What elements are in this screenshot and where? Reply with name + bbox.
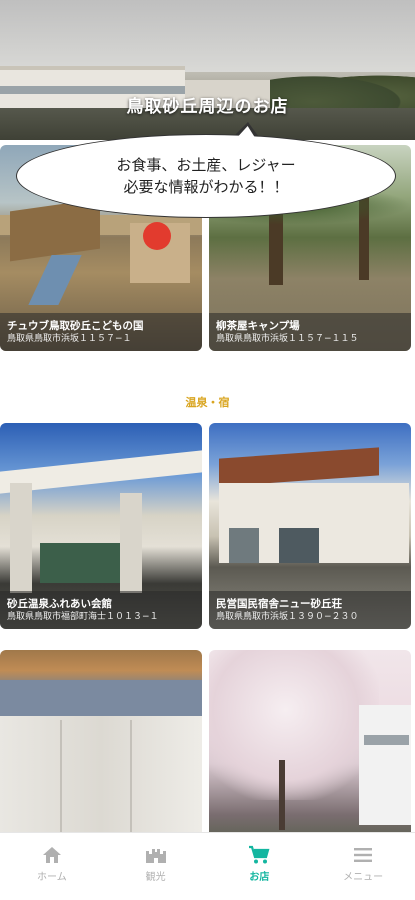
bubble-text-line1: お食事、お土産、レジャー bbox=[116, 156, 296, 174]
shop-card-name: 砂丘温泉ふれあい会館 bbox=[7, 598, 112, 610]
shop-card-hamada[interactable] bbox=[0, 650, 202, 856]
hero-banner: 鳥取砂丘周辺のお店 bbox=[0, 0, 415, 140]
nav-label-menu: メニュー bbox=[343, 872, 384, 883]
nav-label-home: ホーム bbox=[37, 872, 67, 883]
section-label-onsen-yado: 温泉・宿 bbox=[185, 396, 230, 409]
nav-label-sightseeing: 観光 bbox=[145, 872, 166, 883]
hero-title: 鳥取砂丘周辺のお店 bbox=[126, 97, 289, 117]
nav-item-home[interactable]: ホーム bbox=[0, 833, 104, 900]
nav-item-shops[interactable]: お店 bbox=[208, 833, 312, 900]
shops-page: 鳥取砂丘周辺のお店 チュウブ鳥取砂丘こどもの国 鳥取県鳥取市浜坂１１５７−１ 柳… bbox=[0, 0, 415, 900]
shop-card-address: 鳥取県鳥取市福部町海士１０１３−１ bbox=[7, 612, 159, 622]
bottom-navigation: ホーム 観光 お店 メニュー bbox=[0, 832, 415, 900]
shop-card-name: 民営国民宿舎ニュー砂丘荘 bbox=[216, 598, 342, 610]
nav-item-sightseeing[interactable]: 観光 bbox=[104, 833, 208, 900]
shop-card-new-sakyu-so[interactable]: 民営国民宿舎ニュー砂丘荘 鳥取県鳥取市浜坂１３９０−２３０ bbox=[209, 423, 411, 629]
bubble-text-line2: 必要な情報がわかる！！ bbox=[123, 178, 289, 196]
nav-item-menu[interactable]: メニュー bbox=[311, 833, 415, 900]
speech-bubble: お食事、お土産、レジャー 必要な情報がわかる！！ bbox=[16, 134, 396, 218]
menu-icon bbox=[352, 845, 374, 865]
shop-card-sakyu-onsen[interactable]: 砂丘温泉ふれあい会館 鳥取県鳥取市福部町海士１０１３−１ bbox=[0, 423, 202, 629]
shop-card-address: 鳥取県鳥取市浜坂１３９０−２３０ bbox=[216, 612, 359, 622]
home-icon bbox=[41, 845, 63, 865]
shop-card-sakura[interactable] bbox=[209, 650, 411, 856]
shop-card-address: 鳥取県鳥取市浜坂１１５７−１１５ bbox=[216, 334, 359, 344]
shop-card-name: 柳茶屋キャンプ場 bbox=[216, 320, 300, 332]
shop-card-name: チュウブ鳥取砂丘こどもの国 bbox=[7, 320, 144, 332]
nav-label-shops: お店 bbox=[249, 872, 270, 883]
castle-icon bbox=[145, 845, 167, 865]
shop-card-address: 鳥取県鳥取市浜坂１１５７−１ bbox=[7, 334, 132, 344]
cart-icon bbox=[248, 845, 270, 865]
